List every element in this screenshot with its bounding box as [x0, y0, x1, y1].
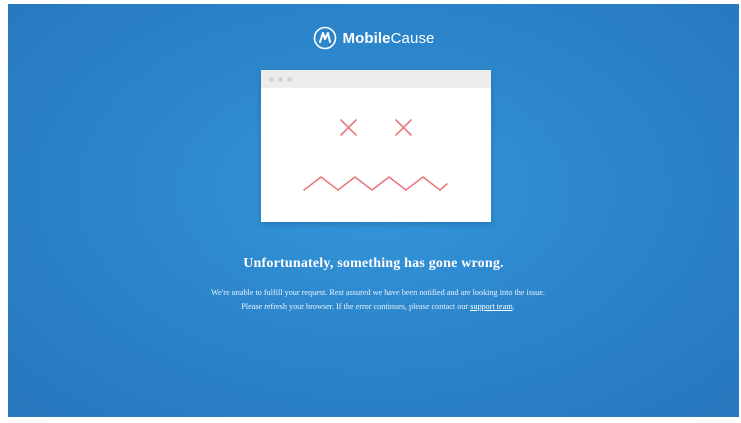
broken-browser-face-icon [303, 119, 448, 192]
window-dot-icon [287, 76, 292, 82]
left-eye-x-icon [340, 119, 357, 136]
window-dot-icon [269, 76, 274, 82]
brand-name-bold: Mobile [342, 29, 391, 47]
support-team-link[interactable]: support team [470, 302, 513, 311]
broken-browser-illustration [261, 70, 491, 222]
mobilecause-logo-icon [313, 26, 336, 50]
error-page: MobileCause Unfortunately, something has… [8, 4, 739, 417]
brand-name: MobileCause [343, 30, 435, 47]
brand-logo[interactable]: MobileCause [8, 26, 739, 50]
brand-name-light: Cause [390, 29, 435, 47]
window-dot-icon [278, 76, 283, 82]
right-eye-x-icon [395, 119, 412, 136]
browser-title-bar [261, 70, 491, 88]
error-message-end: . [512, 302, 515, 311]
zigzag-mouth-icon [303, 175, 448, 192]
error-headline: Unfortunately, something has gone wrong. [243, 256, 504, 271]
error-message: We're unable to fulfill your request. Re… [208, 286, 548, 314]
